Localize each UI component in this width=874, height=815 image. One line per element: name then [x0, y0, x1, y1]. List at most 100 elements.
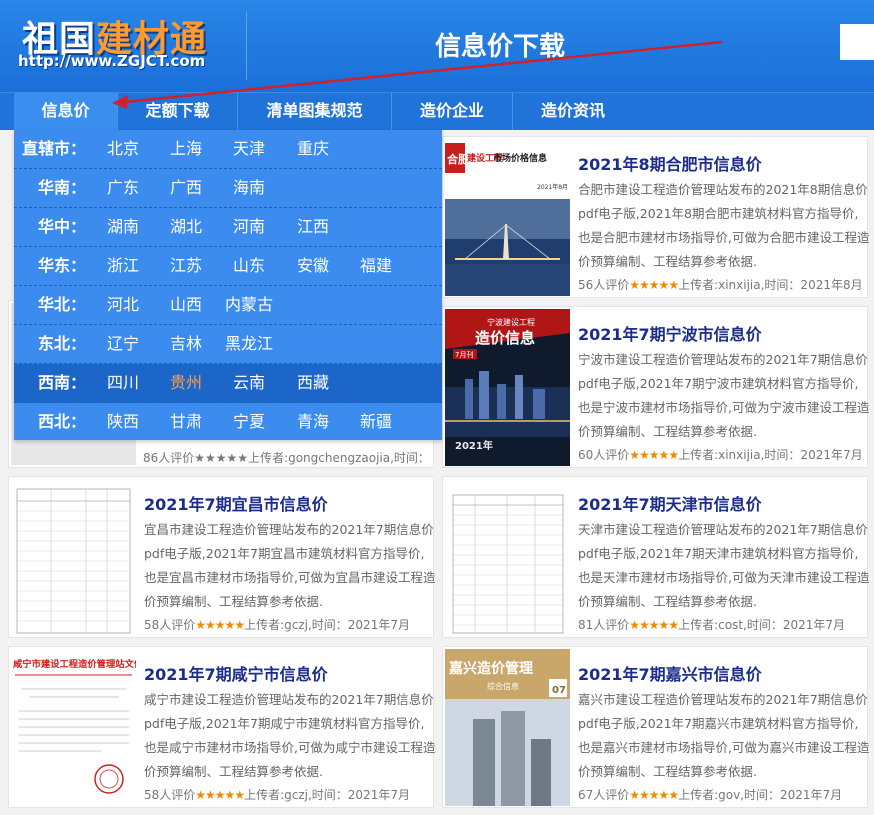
- card-description: 咸宁市建设工程造价管理站发布的2021年7期信息价pdf电子版,2021年7期咸…: [144, 692, 436, 779]
- dropdown-row: 东北： 辽宁 吉林 黑龙江: [14, 325, 442, 364]
- nav-item-cost-news[interactable]: 造价资讯: [513, 93, 633, 130]
- svg-text:07: 07: [552, 685, 566, 696]
- site-logo[interactable]: 祖国建材通 http://www.ZGJCT.com: [18, 10, 233, 72]
- svg-text:嘉兴造价管理: 嘉兴造价管理: [448, 660, 533, 677]
- card-description: 宜昌市建设工程造价管理站发布的2021年7期信息价pdf电子版,2021年7期宜…: [144, 522, 436, 609]
- region-label: 东北：: [37, 334, 86, 353]
- city-link[interactable]: 上海: [170, 130, 202, 168]
- city-link[interactable]: 内蒙古: [225, 286, 273, 324]
- city-link[interactable]: 四川: [107, 364, 139, 402]
- city-link[interactable]: 江苏: [170, 247, 202, 285]
- city-link[interactable]: 吉林: [170, 325, 202, 363]
- city-link[interactable]: 贵州: [170, 364, 202, 402]
- city-link[interactable]: 西藏: [297, 364, 329, 402]
- city-link[interactable]: 河北: [107, 286, 139, 324]
- svg-text:市场价格信息: 市场价格信息: [493, 152, 547, 164]
- nav-item-quota-download[interactable]: 定额下载: [118, 93, 238, 130]
- card-title[interactable]: 2021年7期宁波市信息价: [578, 321, 762, 345]
- city-link[interactable]: 黑龙江: [225, 325, 273, 363]
- city-link[interactable]: 广西: [170, 169, 202, 207]
- nav-item-specs[interactable]: 清单图集规范: [238, 93, 392, 130]
- svg-text:7月刊: 7月刊: [455, 351, 473, 359]
- list-item[interactable]: 宁波建设工程 造价信息 7月刊 2021年 2021年7期宁波市信息价 宁波市建…: [442, 306, 870, 468]
- card-description: 合肥市建设工程造价管理站发布的2021年8期信息价pdf电子版,2021年8期合…: [578, 182, 870, 269]
- list-item[interactable]: 咸宁市建设工程造价管理站文件 2021年7期咸宁市信息价 咸宁市建设工程造价管理…: [8, 646, 436, 808]
- rating-stars: ★★★★★: [629, 618, 679, 632]
- card-footer: 58人评价★★★★★上传者:gczj,时间：2021年7月: [144, 788, 410, 802]
- rating-stars: ★★★★★: [195, 788, 245, 802]
- region-label: 直辖市：: [21, 139, 86, 158]
- city-link[interactable]: 新疆: [360, 403, 392, 441]
- city-link[interactable]: 云南: [233, 364, 265, 402]
- search-box[interactable]: [840, 24, 874, 60]
- city-link[interactable]: 浙江: [107, 247, 139, 285]
- city-link[interactable]: 江西: [297, 208, 329, 246]
- city-link[interactable]: 湖南: [107, 208, 139, 246]
- svg-text:造价信息: 造价信息: [475, 329, 535, 347]
- rating-stars: ★★★★★: [629, 278, 679, 292]
- card-footer: 60人评价★★★★★上传者:xinxijia,时间：2021年7月: [578, 448, 863, 462]
- city-link[interactable]: 甘肃: [170, 403, 202, 441]
- region-label: 西南：: [37, 373, 86, 392]
- list-item[interactable]: 2021年7期天津市信息价 天津市建设工程造价管理站发布的2021年7期信息价p…: [442, 476, 870, 638]
- card-footer: 58人评价★★★★★上传者:gczj,时间：2021年7月: [144, 618, 410, 632]
- svg-text:合肥: 合肥: [447, 152, 469, 166]
- card-title[interactable]: 2021年8期合肥市信息价: [578, 151, 762, 175]
- city-link[interactable]: 重庆: [297, 130, 329, 168]
- card-description: 天津市建设工程造价管理站发布的2021年7期信息价pdf电子版,2021年7期天…: [578, 522, 870, 609]
- card-thumbnail: [11, 479, 136, 636]
- region-label: 华北：: [37, 295, 86, 314]
- city-link[interactable]: 河南: [233, 208, 265, 246]
- city-link[interactable]: 陕西: [107, 403, 139, 441]
- city-link[interactable]: 辽宁: [107, 325, 139, 363]
- city-link[interactable]: 北京: [107, 130, 139, 168]
- city-link[interactable]: 海南: [233, 169, 265, 207]
- list-item[interactable]: 嘉兴造价管理 综合信息 07 2021年7期嘉兴市信息价 嘉兴市建设工程造价管理…: [442, 646, 870, 808]
- dropdown-row: 华东： 浙江 江苏 山东 安徽 福建: [14, 247, 442, 286]
- rating-stars: ★★★★★: [629, 788, 679, 802]
- city-link[interactable]: 宁夏: [233, 403, 265, 441]
- nav-item-cost-companies[interactable]: 造价企业: [392, 93, 513, 130]
- header-divider: [246, 12, 247, 80]
- list-item[interactable]: 合肥 建设工程 市场价格信息 2021年8月 2021年8期合肥市信息价 合肥市…: [442, 136, 870, 298]
- card-thumbnail: [445, 479, 570, 636]
- rating-stars: ★★★★★: [629, 448, 679, 462]
- city-link[interactable]: 天津: [233, 130, 265, 168]
- city-link[interactable]: 青海: [297, 403, 329, 441]
- logo-url: http://www.ZGJCT.com: [18, 52, 206, 70]
- dropdown-row: 直辖市： 北京 上海 天津 重庆: [14, 130, 442, 169]
- card-thumbnail: 宁波建设工程 造价信息 7月刊 2021年: [445, 309, 570, 466]
- list-item[interactable]: 2021年7期宜昌市信息价 宜昌市建设工程造价管理站发布的2021年7期信息价p…: [8, 476, 436, 638]
- card-thumbnail: 嘉兴造价管理 综合信息 07: [445, 649, 570, 806]
- region-label: 西北：: [37, 412, 86, 431]
- dropdown-row: 华中： 湖南 湖北 河南 江西: [14, 208, 442, 247]
- svg-text:2021年: 2021年: [455, 439, 493, 452]
- dropdown-row: 西南： 四川 贵州 云南 西藏: [14, 364, 442, 403]
- card-thumbnail: 合肥 建设工程 市场价格信息 2021年8月: [445, 139, 570, 296]
- city-link[interactable]: 山西: [170, 286, 202, 324]
- card-description: 宁波市建设工程造价管理站发布的2021年7期信息价pdf电子版,2021年7期宁…: [578, 352, 870, 439]
- card-title[interactable]: 2021年7期宜昌市信息价: [144, 491, 328, 515]
- svg-text:2021年8月: 2021年8月: [537, 183, 568, 191]
- city-link[interactable]: 广东: [107, 169, 139, 207]
- city-link[interactable]: 山东: [233, 247, 265, 285]
- svg-text:宁波建设工程: 宁波建设工程: [487, 317, 535, 327]
- nav-item-info-price[interactable]: 信息价: [14, 93, 118, 130]
- region-dropdown: 直辖市： 北京 上海 天津 重庆 华南： 广东 广西 海南 华中： 湖南 湖北 …: [14, 130, 442, 440]
- svg-text:综合信息: 综合信息: [487, 681, 519, 691]
- region-label: 华中：: [37, 217, 86, 236]
- dropdown-row: 西北： 陕西 甘肃 宁夏 青海 新疆: [14, 403, 442, 442]
- city-link[interactable]: 福建: [360, 247, 392, 285]
- rating-stars: ★★★★★: [195, 618, 245, 632]
- page-title: 信息价下载: [434, 32, 565, 62]
- city-link[interactable]: 安徽: [297, 247, 329, 285]
- dropdown-row: 华北： 河北 山西 内蒙古: [14, 286, 442, 325]
- card-title[interactable]: 2021年7期咸宁市信息价: [144, 661, 328, 685]
- card-title[interactable]: 2021年7期嘉兴市信息价: [578, 661, 762, 685]
- card-title[interactable]: 2021年7期天津市信息价: [578, 491, 762, 515]
- region-label: 华东：: [37, 256, 86, 275]
- city-link[interactable]: 湖北: [170, 208, 202, 246]
- svg-text:咸宁市建设工程造价管理站文件: 咸宁市建设工程造价管理站文件: [13, 658, 136, 670]
- card-description: 嘉兴市建设工程造价管理站发布的2021年7期信息价pdf电子版,2021年7期嘉…: [578, 692, 870, 779]
- card-footer: 86人评价★★★★★上传者:gongchengzaojia,时间：: [143, 451, 430, 465]
